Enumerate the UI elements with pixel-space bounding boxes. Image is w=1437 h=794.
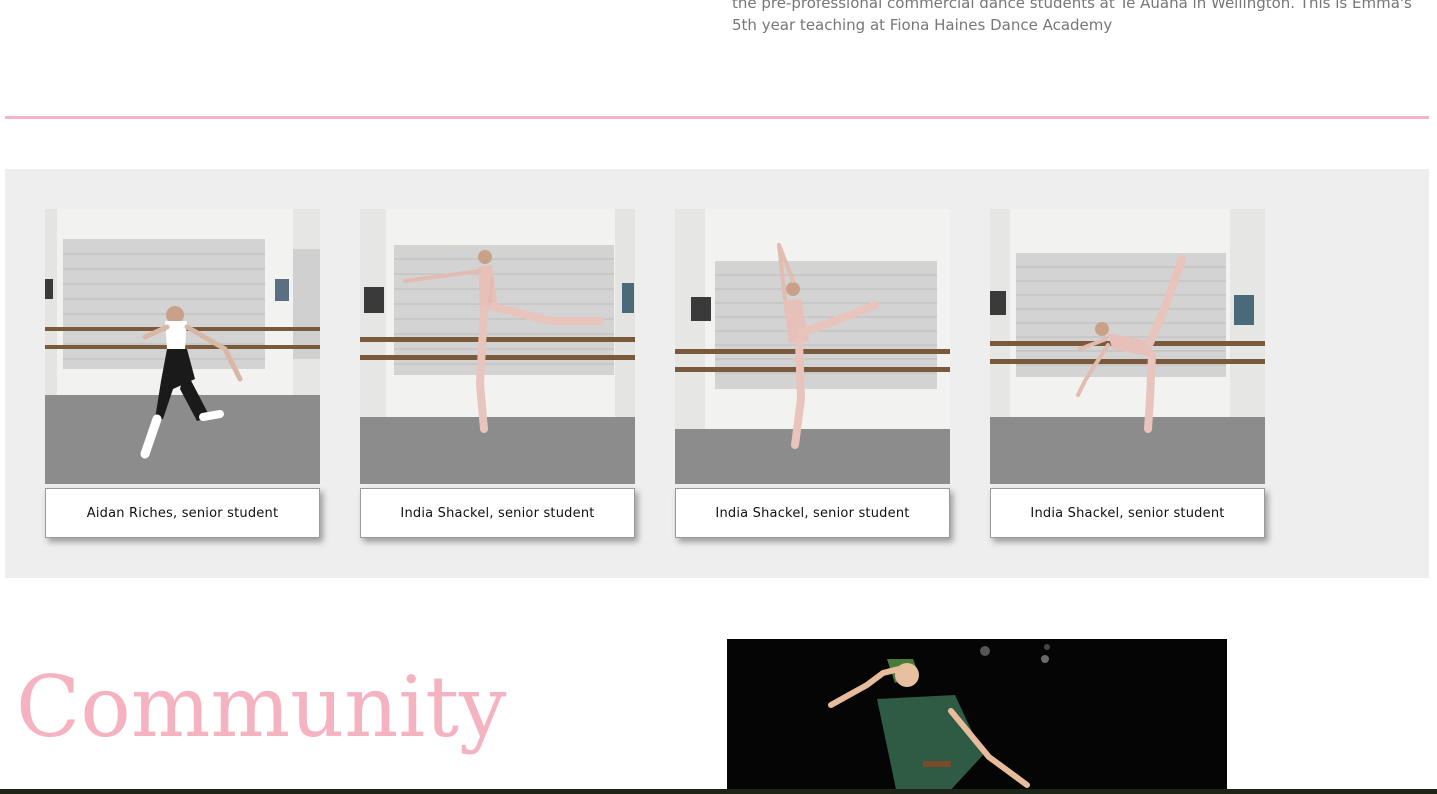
section-divider	[5, 116, 1429, 119]
gallery-card[interactable]: India Shackel, senior student	[675, 209, 950, 538]
photo-caption: India Shackel, senior student	[360, 488, 635, 538]
dancer-photo[interactable]	[990, 209, 1265, 484]
community-heading: Community	[16, 658, 507, 756]
dancer-photo[interactable]	[675, 209, 950, 484]
bio-text-line-1: the pre-professional commercial dance st…	[732, 0, 1412, 12]
performer-photo	[727, 639, 1227, 794]
dancer-photo[interactable]	[45, 209, 320, 484]
gallery-card[interactable]: India Shackel, senior student	[990, 209, 1265, 538]
photo-caption: India Shackel, senior student	[675, 488, 950, 538]
photo-caption: India Shackel, senior student	[990, 488, 1265, 538]
bio-text-line-2: 5th year teaching at Fiona Haines Dance …	[732, 16, 1113, 34]
community-hero-photo[interactable]	[727, 639, 1227, 794]
bio-text: the pre-professional commercial dance st…	[732, 0, 1422, 36]
gallery-card[interactable]: Aidan Riches, senior student	[45, 209, 320, 538]
photo-gallery: Aidan Riches, senior student India Shack…	[5, 169, 1429, 578]
dancer-photo[interactable]	[360, 209, 635, 484]
photo-caption: Aidan Riches, senior student	[45, 488, 320, 538]
gallery-card[interactable]: India Shackel, senior student	[360, 209, 635, 538]
footer-edge	[0, 789, 1437, 794]
